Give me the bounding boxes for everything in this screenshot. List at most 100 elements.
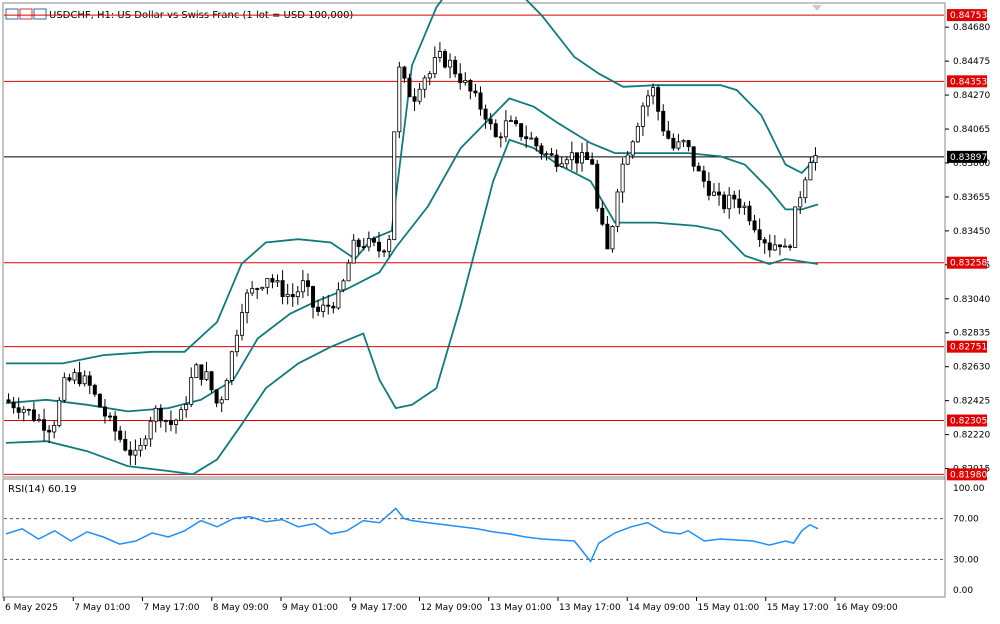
candle — [442, 49, 447, 69]
candle-bull — [772, 244, 777, 251]
symbol-icon[interactable] — [5, 8, 19, 20]
candle-bull — [163, 420, 168, 422]
candle — [97, 393, 102, 408]
time-tick-label-12: 16 May 09:00 — [836, 603, 898, 613]
candle-bear — [539, 145, 544, 155]
candle-bear — [442, 51, 447, 68]
candle-bear — [270, 278, 275, 283]
time-tick-label-7: 13 May 01:00 — [490, 603, 552, 613]
time-tick-label-11: 15 May 17:00 — [767, 603, 829, 613]
rsi-label: RSI(14) 60.19 — [8, 484, 77, 495]
candle-bear — [691, 146, 696, 167]
candle-bear — [31, 409, 36, 421]
candle-bull — [620, 163, 625, 193]
candle — [615, 188, 620, 233]
toolbar-icon-group[interactable] — [5, 8, 47, 20]
candle-bear — [590, 159, 595, 165]
candle-bear — [752, 220, 757, 231]
time-tick-label-9: 14 May 09:00 — [628, 603, 690, 613]
price-tick-label-6: 0.83450 — [953, 227, 990, 237]
time-tick-label-6: 12 May 09:00 — [421, 603, 483, 613]
time-tick-label-3: 8 May 09:00 — [213, 603, 269, 613]
candle-bear — [311, 286, 316, 308]
candle-bear — [554, 154, 559, 167]
candle-bear — [102, 406, 107, 417]
candle-bull — [179, 409, 184, 421]
candle-bear — [478, 92, 483, 110]
candle-bear — [371, 238, 376, 243]
timeframe-icon[interactable] — [33, 8, 47, 20]
price-tick-label-8: 0.83040 — [953, 295, 990, 305]
chart-window: USDCHF, H1: US Dollar vs Swiss Franc (1 … — [0, 0, 1000, 620]
candle-bear — [777, 244, 782, 248]
candle-bull — [285, 293, 290, 297]
candle-bull — [21, 409, 26, 413]
candle — [224, 378, 229, 401]
candle — [397, 61, 402, 139]
candle-bull — [387, 239, 392, 252]
candle-bull — [793, 206, 798, 248]
candle-bull — [194, 364, 199, 378]
candle-bear — [722, 194, 727, 210]
candle-bear — [97, 393, 102, 408]
candle-bear — [361, 246, 366, 249]
candle-bull — [392, 131, 397, 240]
candle-bear — [762, 239, 767, 244]
rsi-tick-label-0: 100.00 — [953, 484, 985, 494]
candle-bear — [118, 430, 123, 440]
level-tag-label-0: 0.84753 — [950, 11, 987, 21]
candle-bull — [295, 291, 300, 298]
candle-bear — [412, 96, 417, 102]
candle-bull — [219, 399, 224, 404]
candle-bear — [290, 293, 295, 298]
candle-bear — [493, 123, 498, 138]
candle-bull — [645, 95, 650, 107]
level-tag-label-2: 0.83258 — [950, 259, 987, 269]
candle-bear — [67, 377, 72, 381]
candle — [610, 224, 615, 253]
candle-bull — [351, 239, 356, 264]
candle-bull — [808, 162, 813, 181]
candle-bull — [82, 375, 87, 385]
candle-bear — [483, 108, 488, 120]
candle-bull — [783, 245, 788, 248]
candle-bear — [585, 152, 590, 160]
candle-bear — [168, 420, 173, 425]
candle-bear — [453, 59, 458, 75]
current-price-tag-label: 0.83897 — [950, 153, 987, 163]
candle-bull — [189, 377, 194, 405]
candle-bear — [255, 288, 260, 290]
candle-bull — [153, 407, 158, 422]
candle-bull — [239, 312, 244, 336]
candle-bull — [681, 140, 686, 143]
candle-bear — [767, 242, 772, 251]
chart-props-icon[interactable] — [19, 8, 33, 20]
candle-bull — [133, 449, 138, 456]
candle-bear — [696, 165, 701, 172]
level-tag-label-4: 0.82305 — [950, 417, 987, 427]
candle-bull — [174, 419, 179, 425]
candle-bear — [605, 223, 610, 250]
chart-svg: USDCHF, H1: US Dollar vs Swiss Franc (1 … — [2, 0, 990, 613]
candle-bull — [437, 51, 442, 58]
candle-bear — [377, 241, 382, 252]
candle-bull — [508, 120, 513, 122]
candle-bear — [47, 429, 52, 433]
candle-bear — [519, 123, 524, 138]
candle-bear — [549, 153, 554, 156]
candle-bull — [300, 280, 305, 293]
candle-bear — [305, 280, 310, 287]
candle — [346, 259, 351, 282]
candle-bull — [651, 87, 656, 97]
candle — [194, 362, 199, 378]
candle-bull — [260, 286, 265, 290]
rsi-tick-label-2: 30.00 — [953, 555, 979, 565]
candle — [209, 371, 214, 394]
candle-bull — [711, 191, 716, 196]
candle-bear — [16, 407, 21, 413]
candle-bear — [574, 152, 579, 164]
candle-bear — [209, 371, 214, 391]
price-tick-label-9: 0.82835 — [953, 329, 990, 339]
candle-bear — [26, 409, 31, 411]
candle-bull — [52, 425, 57, 433]
